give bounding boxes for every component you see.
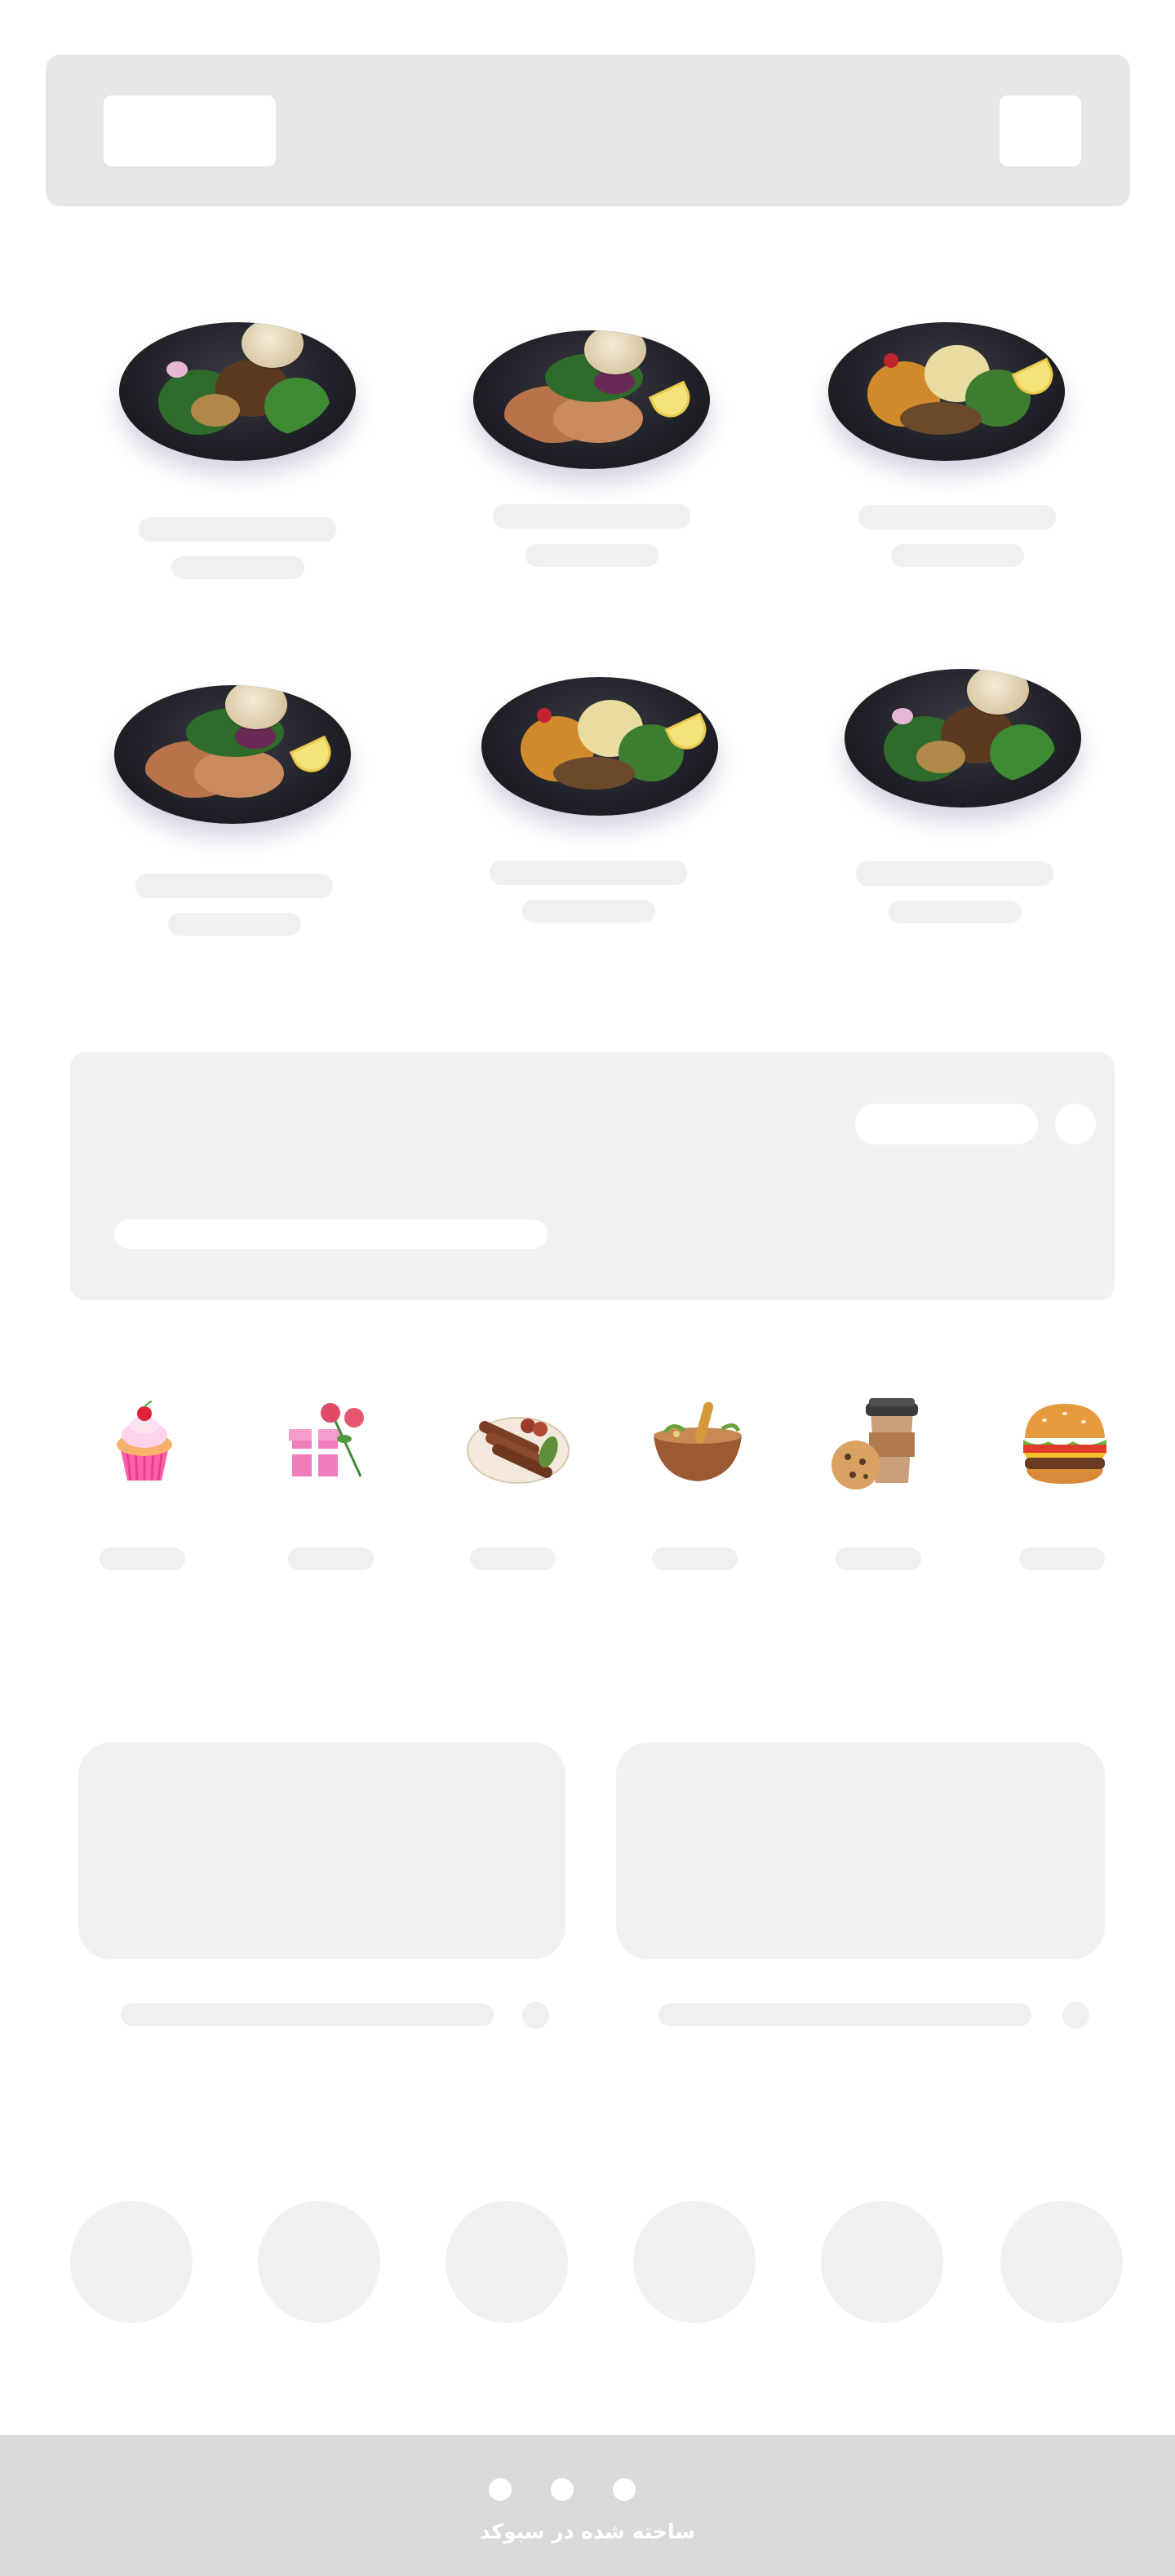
story-circle-placeholder[interactable] [70,2201,193,2323]
burger-icon[interactable] [1020,1399,1110,1489]
menu-button-placeholder[interactable] [1000,95,1081,166]
footer-credit-text[interactable]: ساخته شده در سبوکد [0,2520,1175,2543]
chicken-salad-plate-image [473,330,710,469]
product-price-placeholder [891,544,1024,567]
feature-card-placeholder[interactable] [78,1742,565,1959]
product-title-placeholder [858,505,1056,529]
story-circle-placeholder[interactable] [446,2201,568,2323]
salad-plate-image [845,669,1081,808]
product-card[interactable] [473,665,734,836]
card-title-placeholder [658,2003,1031,2026]
card-icon-placeholder [522,2002,549,2029]
product-price-placeholder [171,556,304,579]
coffee-cup-cookie-icon[interactable] [828,1396,918,1489]
promo-banner-placeholder[interactable] [70,1052,1115,1300]
category-label-placeholder [836,1547,921,1570]
product-price-placeholder [525,544,658,567]
product-card[interactable] [816,310,1077,481]
kebab-plate-icon[interactable] [467,1401,570,1491]
card-icon-placeholder [1062,2002,1089,2029]
category-label-placeholder [100,1547,185,1570]
category-label-placeholder [470,1547,556,1570]
product-title-placeholder [490,861,687,885]
product-price-placeholder [522,900,655,923]
product-card[interactable] [804,644,1089,848]
vegetable-salad-plate-image [828,322,1065,461]
footer-bar [0,2435,1175,2576]
product-title-placeholder [856,861,1053,886]
promo-text-placeholder [114,1219,548,1249]
cupcake-icon[interactable] [100,1399,189,1489]
product-title-placeholder [493,504,690,529]
product-title-placeholder [139,517,336,542]
footer-social-icon[interactable] [489,2478,512,2501]
promo-icon-placeholder [1055,1104,1096,1144]
chicken-salad-plate-image [114,685,351,824]
card-title-placeholder [121,2003,494,2026]
story-circle-placeholder[interactable] [1000,2201,1123,2323]
feature-card-placeholder[interactable] [616,1742,1105,1959]
product-card[interactable] [73,298,359,502]
product-card[interactable] [465,298,718,485]
category-label-placeholder [288,1547,374,1570]
logo-placeholder[interactable] [104,95,276,166]
salad-plate-image [119,322,356,461]
category-label-placeholder [652,1547,738,1570]
footer-social-icon[interactable] [551,2478,574,2501]
footer-social-icon[interactable] [613,2478,636,2501]
product-price-placeholder [168,913,301,936]
product-title-placeholder [135,874,333,898]
product-card[interactable] [106,653,359,840]
mortar-pestle-herbs-icon[interactable] [649,1396,742,1486]
story-circle-placeholder[interactable] [821,2201,943,2323]
story-circle-placeholder[interactable] [258,2201,380,2323]
product-price-placeholder [889,901,1022,923]
category-label-placeholder [1019,1547,1105,1570]
vegetable-salad-plate-image [481,677,718,816]
promo-title-placeholder [855,1104,1038,1144]
story-circle-placeholder[interactable] [633,2201,756,2323]
gift-with-roses-icon[interactable] [286,1395,375,1485]
